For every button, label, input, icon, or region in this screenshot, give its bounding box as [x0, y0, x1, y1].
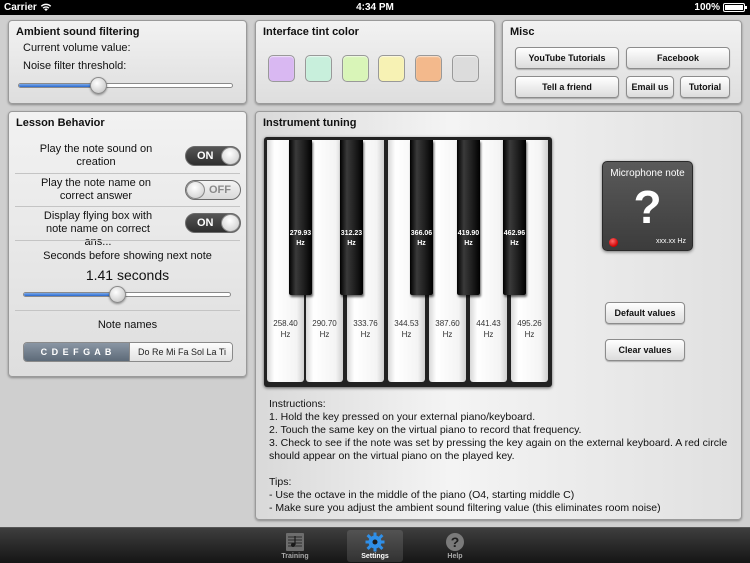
instructions-heading: Instructions:	[269, 398, 326, 410]
lesson-title: Lesson Behavior	[16, 117, 105, 129]
volume-label: Current volume value:	[23, 42, 131, 54]
tutorial-button[interactable]: Tutorial	[680, 76, 730, 98]
play-name-state: OFF	[209, 184, 231, 196]
lesson-panel: Lesson Behavior Play the note sound on c…	[8, 111, 247, 377]
facebook-button[interactable]: Facebook	[626, 47, 730, 69]
black-key-d-sharp[interactable]: 312.23 Hz	[340, 140, 363, 295]
tips-heading: Tips:	[269, 476, 292, 488]
toggle-knob	[221, 147, 240, 165]
virtual-piano: 258.40 Hz 290.70 Hz 333.76 Hz 344.53 Hz 387.…	[264, 137, 552, 387]
seconds-slider-fill	[24, 293, 117, 296]
instruction-step: 3. Check to see if the note was set by p…	[269, 437, 728, 462]
svg-text:?: ?	[451, 534, 460, 550]
play-name-label: Play the note name on correct answer	[40, 177, 152, 202]
battery-percent: 100%	[694, 2, 720, 13]
tint-title: Interface tint color	[263, 26, 359, 38]
seconds-slider-thumb[interactable]	[108, 286, 126, 303]
divider	[15, 310, 240, 311]
status-time: 4:34 PM	[356, 2, 394, 13]
tint-panel: Interface tint color	[255, 20, 495, 104]
noise-slider[interactable]	[18, 77, 233, 94]
instruction-step: 2. Touch the same key on the virtual pia…	[269, 424, 582, 436]
default-values-button[interactable]: Default values	[605, 302, 685, 324]
tip-item: - Make sure you adjust the ambient sound…	[269, 502, 661, 514]
instruction-step: 1. Hold the key pressed on your external…	[269, 411, 536, 423]
instrument-title: Instrument tuning	[263, 117, 357, 129]
ambient-panel: Ambient sound filtering Current volume v…	[8, 20, 247, 104]
tab-bar: Training Settings ? Help	[0, 527, 750, 563]
misc-title: Misc	[510, 26, 535, 38]
key-frequency: 258.40 Hz	[273, 319, 298, 339]
microphone-note-box: Microphone note ? xxx.xx Hz	[602, 161, 693, 251]
tab-label: Training	[281, 553, 309, 560]
tab-label: Help	[447, 553, 463, 560]
tab-help[interactable]: ? Help	[427, 530, 483, 562]
sheet-music-icon	[283, 532, 307, 552]
tell-a-friend-button[interactable]: Tell a friend	[515, 76, 619, 98]
seconds-label: Seconds before showing next note	[43, 250, 212, 262]
flying-box-toggle[interactable]: ON	[185, 213, 241, 233]
microphone-note-title: Microphone note	[610, 168, 685, 179]
microphone-note-value: ?	[633, 181, 662, 233]
note-names-label: Note names	[97, 319, 158, 331]
play-sound-state: ON	[197, 150, 214, 162]
ambient-title: Ambient sound filtering	[16, 26, 140, 38]
tint-swatch-mint[interactable]	[305, 55, 332, 82]
youtube-tutorials-button[interactable]: YouTube Tutorials	[515, 47, 619, 69]
key-frequency: 344.53 Hz	[394, 319, 419, 339]
key-frequency: 312.23 Hz	[340, 230, 363, 247]
microphone-frequency: xxx.xx Hz	[656, 238, 686, 245]
tab-label: Settings	[361, 553, 389, 560]
instrument-panel: Instrument tuning 258.40 Hz 290.70 Hz 333.…	[255, 111, 742, 520]
divider	[15, 240, 240, 241]
note-names-letters[interactable]: C D E F G A B	[24, 343, 129, 361]
note-names-solfege[interactable]: Do Re Mi Fa Sol La Ti	[129, 343, 232, 361]
tip-item: - Use the octave in the middle of the pi…	[269, 489, 575, 501]
key-frequency: 495.26 Hz	[517, 319, 542, 339]
key-frequency: 333.76 Hz	[353, 319, 378, 339]
key-frequency: 279.93 Hz	[289, 230, 312, 247]
play-name-toggle[interactable]: OFF	[185, 180, 241, 200]
play-sound-label: Play the note sound on creation	[39, 143, 153, 168]
clear-values-button[interactable]: Clear values	[605, 339, 685, 361]
tint-swatch-orange[interactable]	[415, 55, 442, 82]
black-key-a-sharp[interactable]: 462.96 Hz	[503, 140, 526, 295]
question-icon: ?	[443, 532, 467, 552]
black-key-f-sharp[interactable]: 366.06 Hz	[410, 140, 433, 295]
toggle-knob	[221, 214, 240, 232]
tint-swatch-lime[interactable]	[342, 55, 369, 82]
black-key-g-sharp[interactable]: 419.90 Hz	[457, 140, 480, 295]
play-sound-toggle[interactable]: ON	[185, 146, 241, 166]
divider	[15, 173, 240, 174]
noise-slider-thumb[interactable]	[89, 77, 107, 94]
noise-slider-fill	[19, 84, 98, 87]
key-frequency: 441.43 Hz	[476, 319, 501, 339]
battery-icon	[723, 3, 747, 12]
noise-label: Noise filter threshold:	[23, 60, 127, 72]
tint-swatch-yellow[interactable]	[378, 55, 405, 82]
toggle-knob	[186, 181, 205, 199]
instructions-text: Instructions: 1. Hold the key pressed on…	[269, 398, 739, 515]
key-frequency: 366.06 Hz	[410, 230, 433, 247]
tab-training[interactable]: Training	[267, 530, 323, 562]
black-key-c-sharp[interactable]: 279.93 Hz	[289, 140, 312, 295]
flying-box-label: Display flying box with note name on cor…	[43, 210, 153, 248]
note-names-segmented: C D E F G A B Do Re Mi Fa Sol La Ti	[23, 342, 233, 362]
key-frequency: 419.90 Hz	[457, 230, 480, 247]
tab-settings[interactable]: Settings	[347, 530, 403, 562]
misc-panel: Misc YouTube Tutorials Facebook Tell a f…	[502, 20, 742, 104]
record-indicator-icon	[609, 238, 618, 247]
key-frequency: 462.96 Hz	[503, 230, 526, 247]
divider	[15, 206, 240, 207]
seconds-value: 1.41 seconds	[85, 267, 170, 283]
key-frequency: 387.60 Hz	[435, 319, 460, 339]
tint-swatch-gray[interactable]	[452, 55, 479, 82]
tint-swatch-purple[interactable]	[268, 55, 295, 82]
email-us-button[interactable]: Email us	[626, 76, 674, 98]
flying-box-state: ON	[197, 217, 214, 229]
gear-icon	[363, 532, 387, 552]
seconds-slider[interactable]	[23, 286, 231, 303]
key-frequency: 290.70 Hz	[312, 319, 337, 339]
status-bar: Carrier 4:34 PM 100%	[0, 0, 750, 15]
